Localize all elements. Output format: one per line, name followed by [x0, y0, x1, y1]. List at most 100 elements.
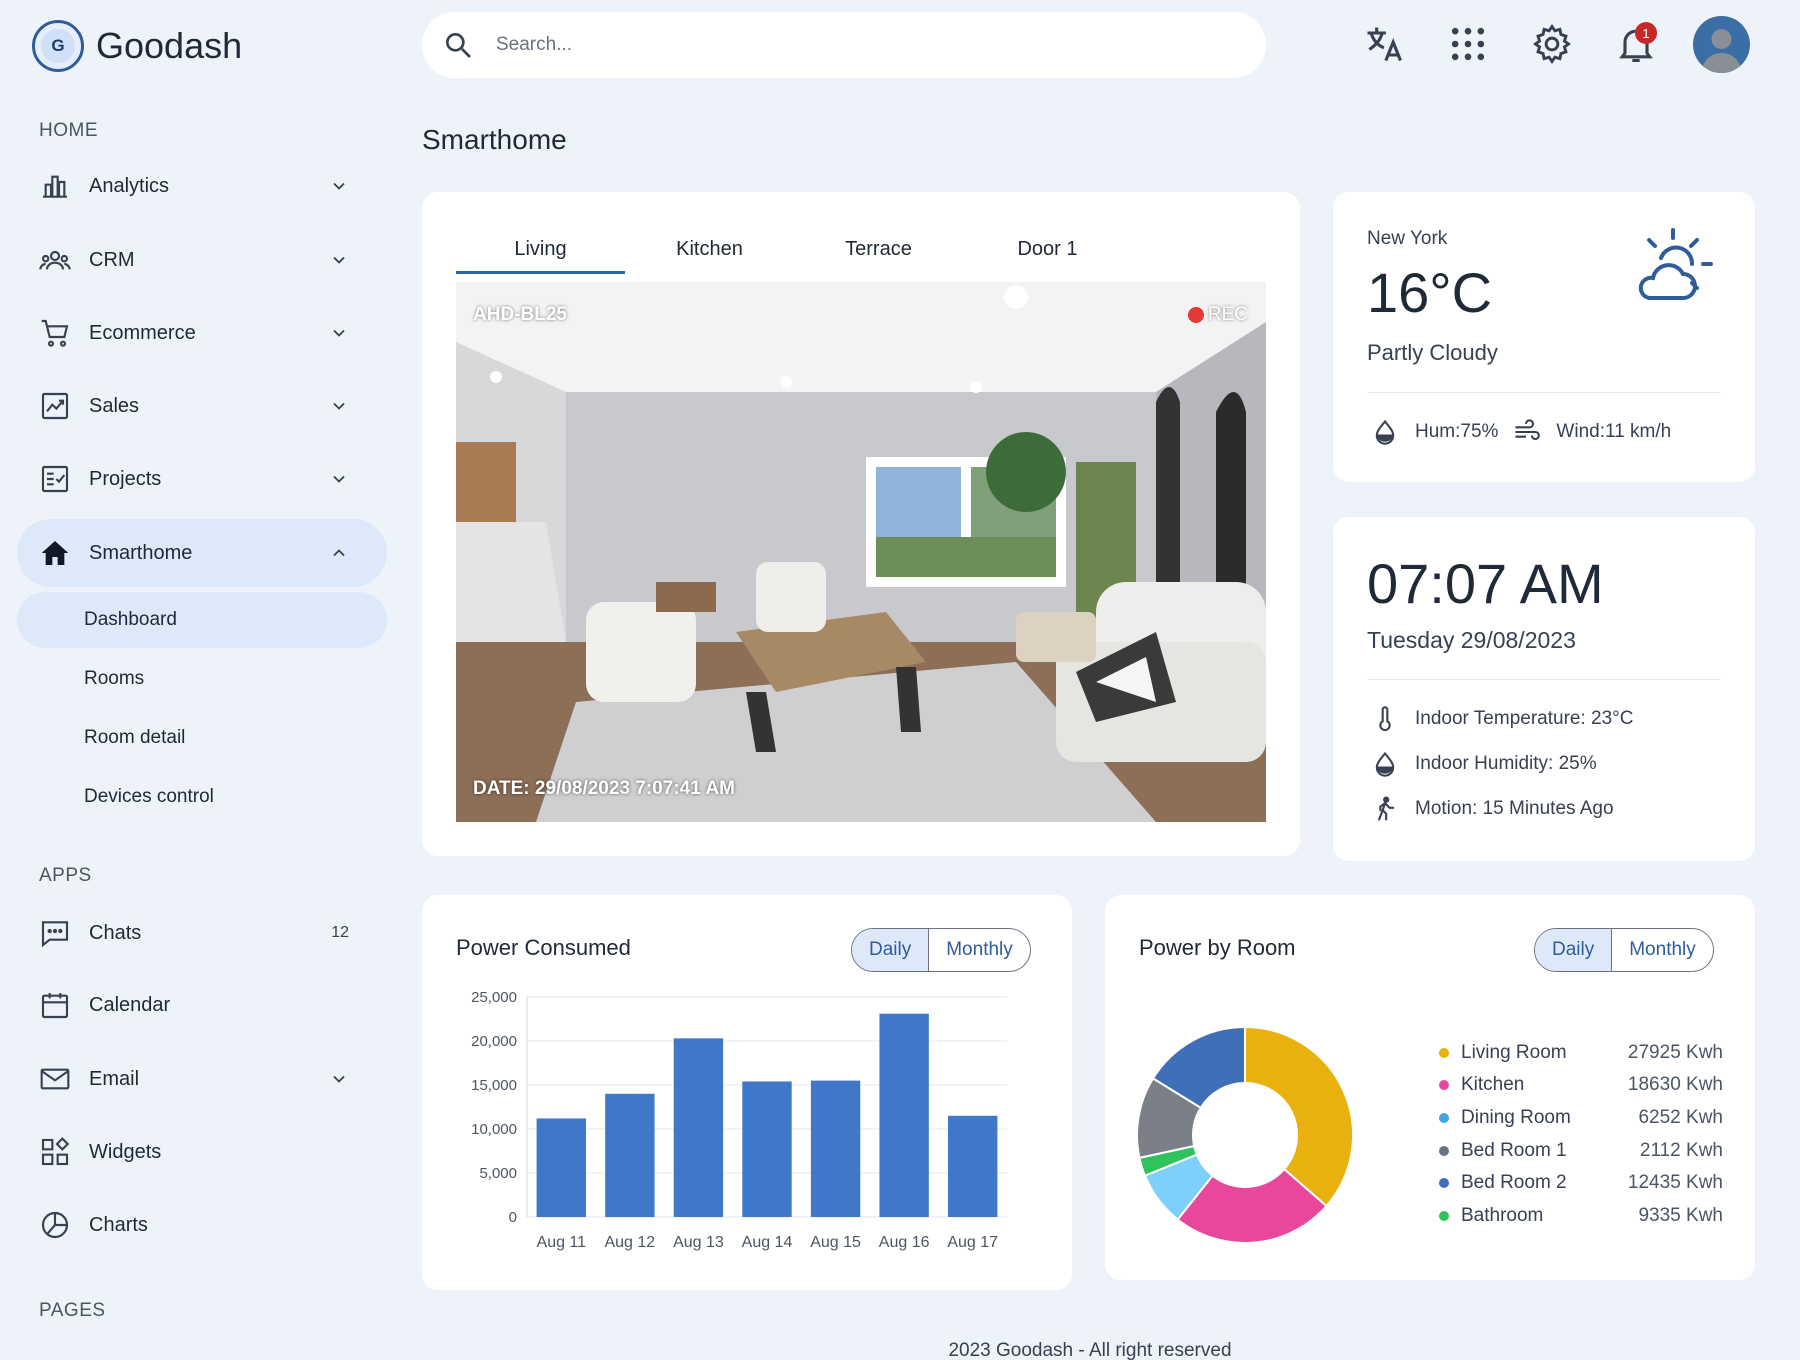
tab-living[interactable]: Living: [456, 232, 625, 274]
rec-indicator: REC: [1187, 304, 1248, 326]
translate-icon[interactable]: [1362, 22, 1406, 66]
tab-door-1[interactable]: Door 1: [963, 232, 1132, 274]
section-label-pages: PAGES: [39, 1300, 106, 1321]
x-tick-label: Aug 11: [537, 1234, 587, 1251]
bar[interactable]: [948, 1115, 998, 1217]
legend-dot: [1439, 1080, 1449, 1090]
power-by-room-title: Power by Room: [1139, 935, 1296, 960]
clock-time: 07:07 AM: [1367, 552, 1604, 615]
donut-slice[interactable]: [1244, 1025, 1354, 1208]
power-by-room-donut-chart: [1136, 1025, 1354, 1244]
bar[interactable]: [536, 1118, 586, 1217]
people-icon: [39, 250, 71, 270]
legend-item: Living Room 27925 Kwh: [1439, 1038, 1723, 1068]
pie-chart-icon: [41, 1211, 69, 1239]
sidebar-subitem-rooms[interactable]: Rooms: [17, 651, 387, 707]
sidebar-item-label: CRM: [89, 248, 135, 271]
sidebar-item-email[interactable]: Email: [17, 1045, 387, 1113]
legend-dot: [1439, 1113, 1449, 1123]
bar[interactable]: [673, 1038, 724, 1217]
sidebar-item-smarthome[interactable]: Smarthome: [17, 519, 387, 587]
x-tick-label: Aug 14: [742, 1234, 793, 1251]
section-label-home: HOME: [39, 120, 98, 141]
sidebar-subitem-dashboard[interactable]: Dashboard: [17, 592, 387, 648]
tab-kitchen[interactable]: Kitchen: [625, 232, 794, 274]
legend-dot: [1439, 1178, 1449, 1188]
power-by-room-card: Power by Room Daily Monthly Living Room 2…: [1105, 895, 1755, 1280]
sidebar-item-projects[interactable]: Projects: [17, 445, 387, 513]
droplet-icon: [1375, 751, 1395, 777]
weather-card: New York 16°C Partly Cloudy Hum:75% Wind…: [1333, 192, 1755, 482]
bar-chart-icon: [43, 175, 67, 198]
clock-date: Tuesday 29/08/2023: [1367, 627, 1576, 653]
x-tick-label: Aug 15: [810, 1234, 861, 1251]
chevron-down-icon: [333, 1075, 345, 1083]
y-tick-label: 5,000: [479, 1165, 517, 1182]
camera-timestamp: DATE: 29/08/2023 7:07:41 AM: [473, 778, 735, 799]
chevron-up-icon: [333, 549, 345, 557]
sidebar-item-label: Projects: [89, 467, 162, 490]
toggle-daily[interactable]: Daily: [1535, 929, 1613, 971]
chevron-down-icon: [333, 256, 345, 264]
sidebar-item-sales[interactable]: Sales: [17, 372, 387, 440]
thermometer-icon: [1379, 706, 1391, 732]
sidebar-item-crm[interactable]: CRM: [17, 226, 387, 294]
sidebar-item-analytics[interactable]: Analytics: [17, 152, 387, 220]
legend-item: Dining Room 6252 Kwh: [1439, 1103, 1723, 1133]
x-tick-label: Aug 12: [604, 1234, 655, 1251]
x-tick-label: Aug 17: [947, 1234, 998, 1251]
camera-id: AHD-BL25: [473, 304, 567, 325]
gear-icon[interactable]: [1530, 22, 1574, 66]
weather-condition: Partly Cloudy: [1367, 340, 1498, 365]
x-tick-label: Aug 16: [879, 1234, 930, 1251]
y-tick-label: 0: [509, 1209, 517, 1226]
sidebar-item-chats[interactable]: Chats 12: [17, 899, 387, 967]
brand[interactable]: G Goodash: [32, 20, 242, 72]
sidebar-item-calendar[interactable]: Calendar: [17, 971, 387, 1039]
search-icon: [446, 32, 471, 58]
sidebar-item-label: Smarthome: [89, 541, 193, 564]
bar[interactable]: [879, 1013, 929, 1217]
legend-item: Bed Room 1 2112 Kwh: [1439, 1136, 1723, 1166]
power-consumed-bar-chart: 25,000 20,000 15,000 10,000 5,000 0 Aug 11 Aug …: [471, 989, 1007, 1251]
motion-status: Motion: 15 Minutes Ago: [1371, 795, 1614, 823]
sidebar-item-ecommerce[interactable]: Ecommerce: [17, 299, 387, 367]
sidebar-subitem-devices-control[interactable]: Devices control: [17, 769, 387, 825]
legend-item: Bed Room 2 12435 Kwh: [1439, 1168, 1723, 1198]
toggle-monthly[interactable]: Monthly: [1612, 929, 1713, 971]
partly-cloudy-icon: [1638, 228, 1713, 300]
sidebar-item-label: Charts: [89, 1213, 148, 1236]
bar[interactable]: [742, 1081, 792, 1217]
camera-feed[interactable]: AHD-BL25 REC DATE: 29/08/2023 7:07:41 AM: [456, 282, 1266, 822]
search-bar[interactable]: [422, 12, 1266, 78]
legend-item: Bathroom 9335 Kwh: [1439, 1201, 1723, 1231]
sidebar-item-label: Ecommerce: [89, 321, 196, 344]
avatar[interactable]: [1693, 16, 1750, 73]
legend-dot: [1439, 1146, 1449, 1156]
sidebar-item-label: Sales: [89, 394, 140, 417]
cart-icon: [41, 319, 69, 347]
sidebar-item-charts[interactable]: Charts: [17, 1191, 387, 1259]
weather-temperature: 16°C: [1367, 261, 1493, 324]
sidebar-item-label: Analytics: [89, 174, 170, 197]
tab-terrace[interactable]: Terrace: [794, 232, 963, 274]
power-consumed-card: Power Consumed Daily Monthly 25,000 20,00…: [422, 895, 1072, 1290]
sidebar-item-widgets[interactable]: Widgets: [17, 1118, 387, 1186]
chevron-down-icon: [333, 475, 345, 483]
checklist-icon: [41, 465, 69, 493]
footer: 2023 Goodash - All right reserved: [948, 1340, 1232, 1360]
bar[interactable]: [810, 1080, 861, 1217]
bar[interactable]: [605, 1093, 655, 1217]
section-label-apps: APPS: [39, 865, 92, 886]
chevron-down-icon: [333, 402, 345, 410]
apps-grid-icon[interactable]: [1446, 22, 1490, 66]
legend-dot: [1439, 1048, 1449, 1058]
sidebar-subitem-room-detail[interactable]: Room detail: [17, 710, 387, 766]
sidebar-item-label: Email: [89, 1067, 140, 1090]
search-input[interactable]: [496, 34, 1196, 56]
user-avatar-icon: [1701, 29, 1742, 73]
chat-icon: [41, 921, 69, 948]
y-tick-label: 25,000: [471, 989, 517, 1006]
chevron-down-icon: [333, 329, 345, 337]
indoor-temperature: Indoor Temperature: 23°C: [1371, 705, 1633, 733]
